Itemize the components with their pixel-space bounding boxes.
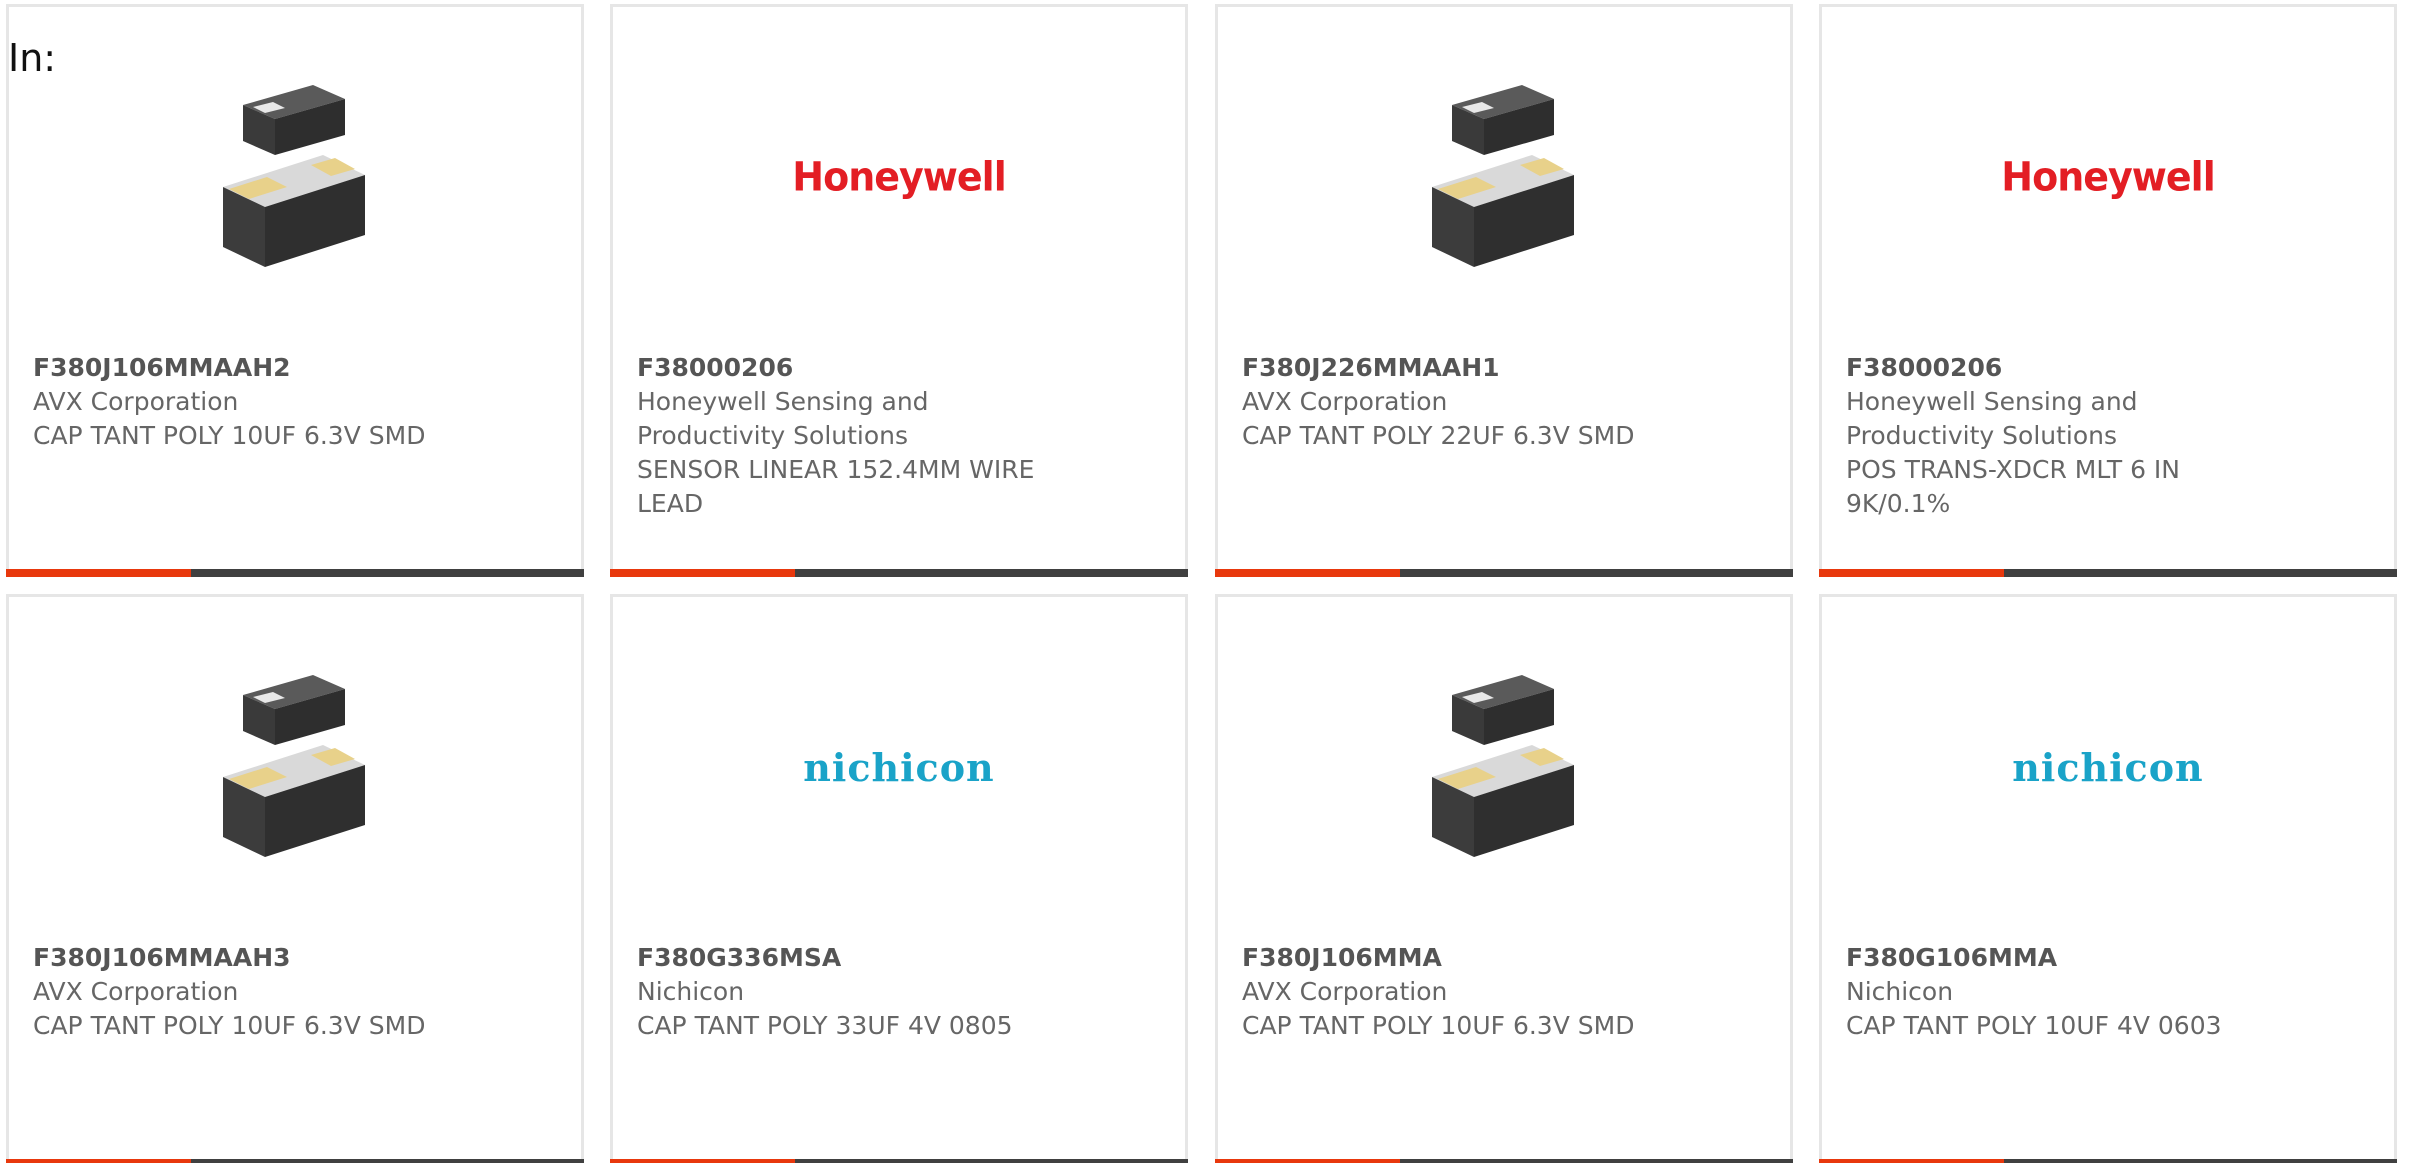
manufacturer: Nichicon <box>1846 977 1954 1006</box>
product-info: F380J106MMAAH2 AVX Corporation CAP TANT … <box>33 351 533 453</box>
card-accent <box>6 1159 191 1163</box>
part-number[interactable]: F380J106MMA <box>1242 941 1742 975</box>
description: CAP TANT POLY 10UF 4V 0603 <box>1846 1011 2222 1040</box>
manufacturer: Nichicon <box>637 977 745 1006</box>
card-bottom-bar <box>610 1159 1188 1163</box>
manufacturer: AVX Corporation <box>33 387 239 416</box>
manufacturer: AVX Corporation <box>33 977 239 1006</box>
part-number[interactable]: F380J106MMAAH3 <box>33 941 533 975</box>
product-card[interactable]: F380J106MMA AVX Corporation CAP TANT POL… <box>1215 594 1793 1163</box>
description: CAP TANT POLY 10UF 6.3V SMD <box>33 1011 426 1040</box>
part-number[interactable]: F38000206 <box>1846 351 2346 385</box>
product-image <box>9 657 581 877</box>
nichicon-logo: nichicon <box>803 744 995 790</box>
product-image: Honeywell <box>613 67 1185 287</box>
filter-in-label: In: <box>8 36 57 80</box>
product-card[interactable]: F380J106MMAAH2 AVX Corporation CAP TANT … <box>6 4 584 577</box>
product-card[interactable]: nichicon F380G106MMA Nichicon CAP TANT P… <box>1819 594 2397 1163</box>
card-bottom-bar <box>1215 1159 1793 1163</box>
card-bottom-bar <box>6 1159 584 1163</box>
card-accent <box>1819 1159 2004 1163</box>
manufacturer: AVX Corporation <box>1242 387 1448 416</box>
card-bottom-bar <box>1819 1159 2397 1163</box>
product-image: Honeywell <box>1822 67 2394 287</box>
honeywell-logo: Honeywell <box>2001 153 2215 201</box>
card-accent <box>1215 1159 1400 1163</box>
product-card[interactable]: nichicon F380G336MSA Nichicon CAP TANT P… <box>610 594 1188 1163</box>
part-number[interactable]: F380G106MMA <box>1846 941 2346 975</box>
capacitor-chip-icon <box>1404 77 1604 277</box>
product-image <box>1218 657 1790 877</box>
description: CAP TANT POLY 22UF 6.3V SMD <box>1242 421 1635 450</box>
part-number[interactable]: F380G336MSA <box>637 941 1137 975</box>
capacitor-chip-icon <box>195 77 395 277</box>
product-info: F380G336MSA Nichicon CAP TANT POLY 33UF … <box>637 941 1137 1043</box>
card-accent <box>1819 569 2004 577</box>
product-image <box>1218 67 1790 287</box>
card-accent <box>610 1159 795 1163</box>
honeywell-logo: Honeywell <box>792 153 1006 201</box>
manufacturer: Honeywell Sensing and Productivity Solut… <box>1846 387 2138 450</box>
nichicon-logo: nichicon <box>2012 744 2204 790</box>
capacitor-chip-icon <box>195 667 395 867</box>
product-grid: F380J106MMAAH2 AVX Corporation CAP TANT … <box>0 0 2410 1163</box>
page: In: F380J106MMAAH2 AVX Corporation CAP T… <box>0 0 2410 1163</box>
description: POS TRANS-XDCR MLT 6 IN 9K/0.1% <box>1846 455 2180 518</box>
capacitor-chip-icon <box>1404 667 1604 867</box>
part-number[interactable]: F380J226MMAAH1 <box>1242 351 1742 385</box>
product-card[interactable]: F380J106MMAAH3 AVX Corporation CAP TANT … <box>6 594 584 1163</box>
description: CAP TANT POLY 33UF 4V 0805 <box>637 1011 1013 1040</box>
card-bottom-bar <box>610 569 1188 577</box>
card-bottom-bar <box>1819 569 2397 577</box>
product-card[interactable]: Honeywell F38000206 Honeywell Sensing an… <box>1819 4 2397 577</box>
product-info: F380J226MMAAH1 AVX Corporation CAP TANT … <box>1242 351 1742 453</box>
card-bottom-bar <box>1215 569 1793 577</box>
manufacturer: Honeywell Sensing and Productivity Solut… <box>637 387 929 450</box>
product-info: F38000206 Honeywell Sensing and Producti… <box>1846 351 2346 521</box>
product-info: F380G106MMA Nichicon CAP TANT POLY 10UF … <box>1846 941 2346 1043</box>
card-accent <box>6 569 191 577</box>
product-info: F38000206 Honeywell Sensing and Producti… <box>637 351 1137 521</box>
product-card[interactable]: Honeywell F38000206 Honeywell Sensing an… <box>610 4 1188 577</box>
part-number[interactable]: F38000206 <box>637 351 1137 385</box>
product-image: nichicon <box>1822 657 2394 877</box>
product-image: nichicon <box>613 657 1185 877</box>
card-accent <box>610 569 795 577</box>
product-info: F380J106MMA AVX Corporation CAP TANT POL… <box>1242 941 1742 1043</box>
description: CAP TANT POLY 10UF 6.3V SMD <box>1242 1011 1635 1040</box>
card-accent <box>1215 569 1400 577</box>
description: SENSOR LINEAR 152.4MM WIRE LEAD <box>637 455 1035 518</box>
card-bottom-bar <box>6 569 584 577</box>
product-info: F380J106MMAAH3 AVX Corporation CAP TANT … <box>33 941 533 1043</box>
description: CAP TANT POLY 10UF 6.3V SMD <box>33 421 426 450</box>
part-number[interactable]: F380J106MMAAH2 <box>33 351 533 385</box>
product-card[interactable]: F380J226MMAAH1 AVX Corporation CAP TANT … <box>1215 4 1793 577</box>
manufacturer: AVX Corporation <box>1242 977 1448 1006</box>
product-image <box>9 67 581 287</box>
